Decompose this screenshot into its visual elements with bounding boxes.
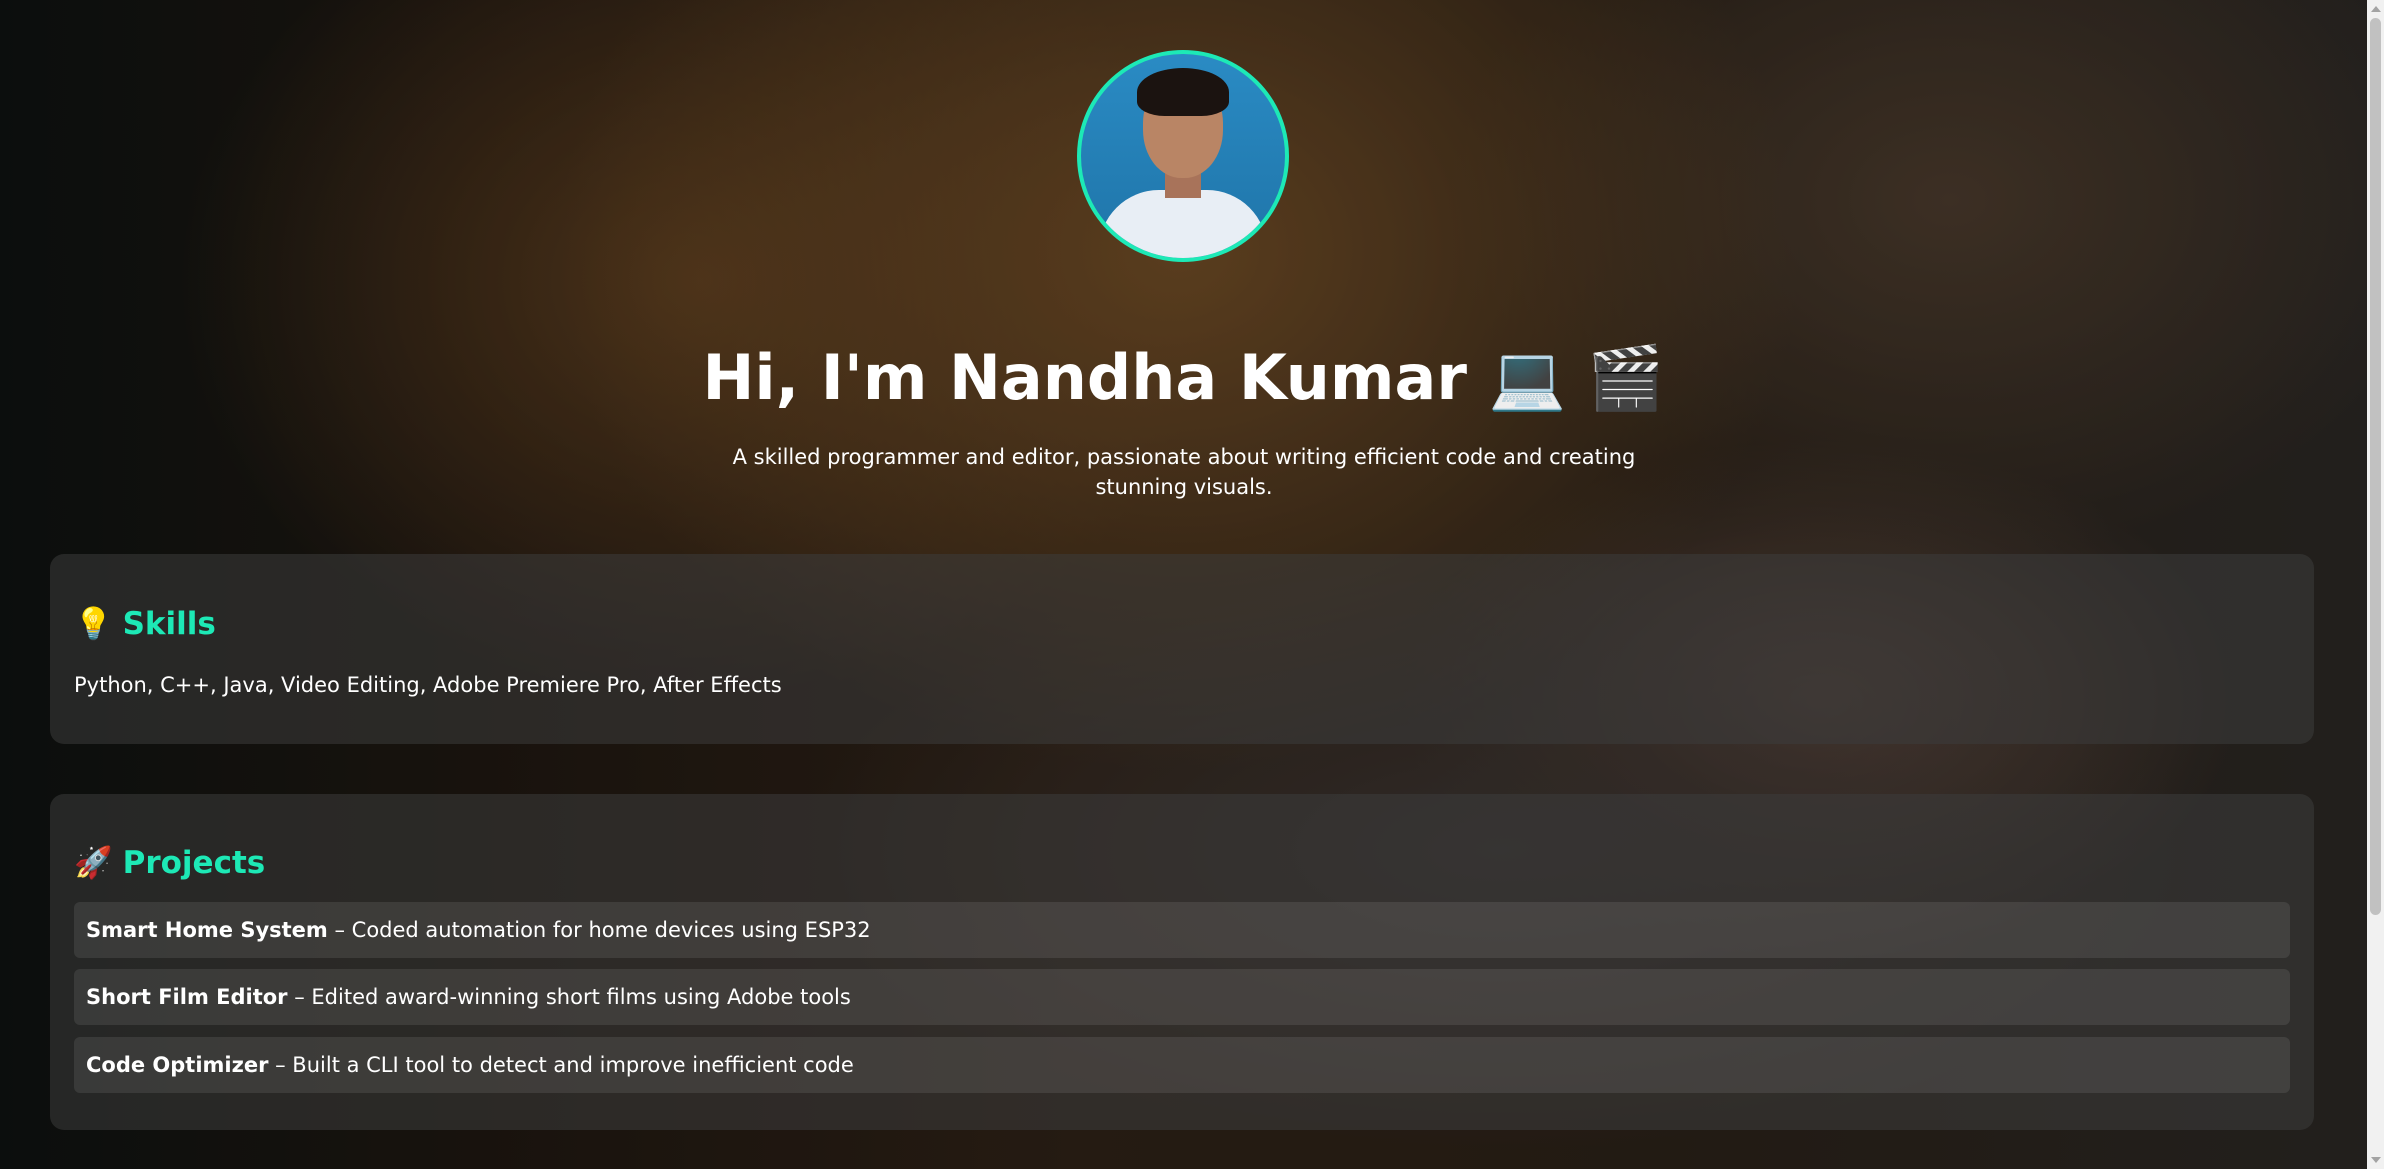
project-name: Code Optimizer	[86, 1053, 269, 1077]
profile-avatar	[1077, 50, 1289, 262]
skills-list: Python, C++, Java, Video Editing, Adobe …	[74, 673, 782, 697]
project-description: – Coded automation for home devices usin…	[327, 918, 871, 942]
rocket-icon: 🚀	[74, 845, 113, 881]
skills-heading-label: Skills	[122, 606, 216, 642]
project-name: Short Film Editor	[86, 985, 288, 1009]
project-description: – Built a CLI tool to detect and improve…	[268, 1053, 854, 1077]
project-name: Smart Home System	[86, 918, 328, 942]
projects-heading: 🚀 Projects	[74, 843, 265, 883]
project-item: Smart Home System – Coded automation for…	[74, 902, 2290, 958]
page-subtitle: A skilled programmer and editor, passion…	[732, 445, 1636, 499]
skills-heading: 💡 Skills	[74, 604, 216, 644]
skills-card: 💡 Skills Python, C++, Java, Video Editing…	[50, 554, 2314, 744]
lightbulb-icon: 💡	[74, 606, 113, 642]
avatar-hair	[1137, 68, 1229, 116]
vertical-scrollbar[interactable]	[2367, 0, 2384, 1169]
project-item: Short Film Editor – Edited award-winning…	[74, 969, 2290, 1025]
projects-card: 🚀 Projects Smart Home System – Coded auto…	[50, 794, 2314, 1130]
project-item: Code Optimizer – Built a CLI tool to det…	[74, 1037, 2290, 1093]
scroll-up-arrow-icon[interactable]	[2371, 6, 2381, 12]
projects-heading-label: Projects	[122, 845, 266, 881]
scroll-down-arrow-icon[interactable]	[2371, 1157, 2381, 1163]
page-title: Hi, I'm Nandha Kumar 💻 🎬	[702, 341, 1665, 414]
avatar-shirt	[1099, 190, 1267, 258]
scrollbar-thumb[interactable]	[2370, 18, 2381, 915]
project-description: – Edited award-winning short films using…	[287, 985, 851, 1009]
